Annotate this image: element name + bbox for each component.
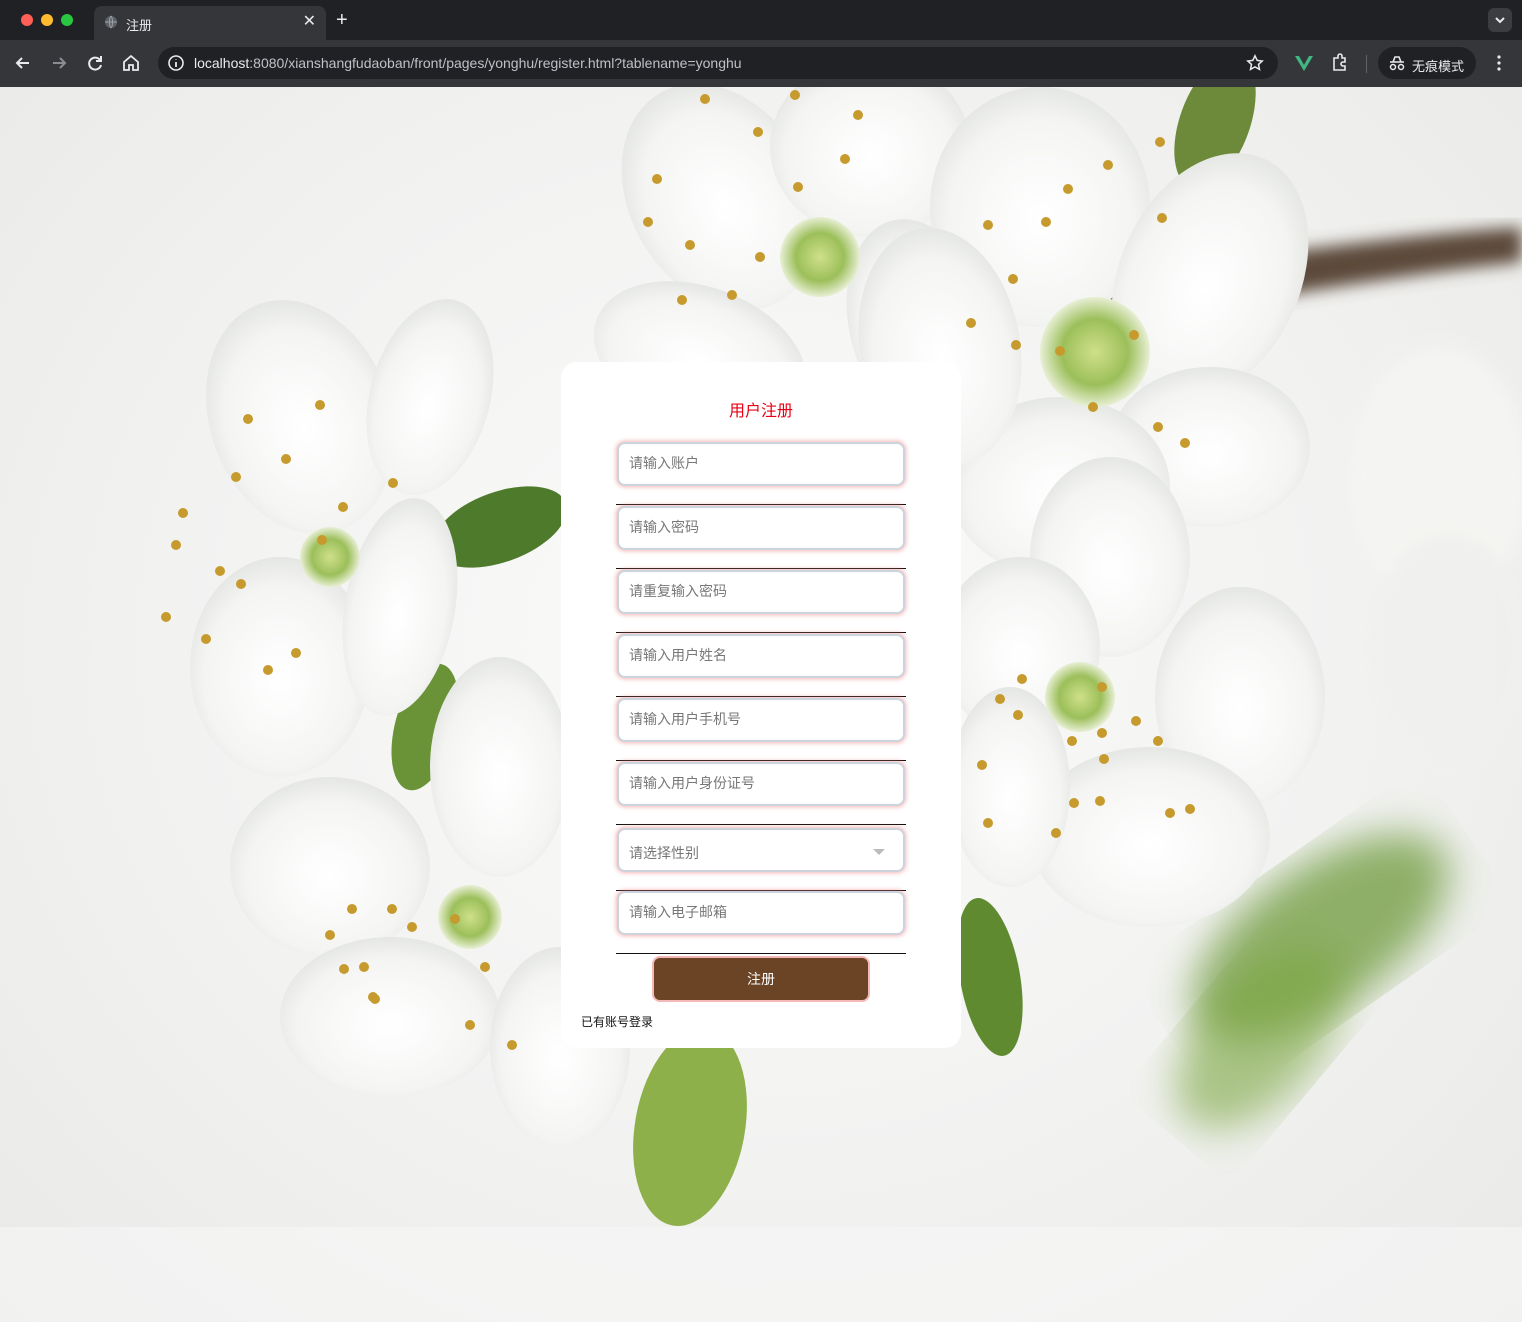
home-icon (123, 54, 139, 71)
reload-icon (88, 56, 102, 71)
existing-account-login-link[interactable]: 已有账号登录 (581, 1013, 653, 1030)
globe-icon (105, 15, 117, 29)
confirm-password-field (616, 569, 906, 633)
user-name-input[interactable] (629, 647, 889, 663)
register-title: 用户注册 (728, 403, 793, 420)
extensions-puzzle-icon[interactable] (1330, 52, 1350, 72)
incognito-label: 无痕模式 (1412, 59, 1465, 74)
tab-bar: 注册 ✕ + (0, 0, 1522, 40)
caret-down-icon (873, 849, 885, 855)
confirm-password-input-box[interactable] (617, 570, 905, 614)
bookmark-star-icon[interactable] (1246, 54, 1264, 72)
phone-field (616, 697, 906, 761)
window-close-button[interactable] (21, 14, 33, 26)
password-field (616, 505, 906, 569)
phone-input-box[interactable] (617, 698, 905, 742)
register-card: 用户注册 请输入账户 请输入用户姓名 请输入用户手机号 请输入用户身份证号 请选… (561, 362, 961, 1048)
email-input-box[interactable] (617, 891, 905, 935)
chevron-down-icon (1495, 17, 1505, 24)
confirm-password-input[interactable] (629, 583, 889, 599)
incognito-badge[interactable]: 无痕模式 (1378, 47, 1476, 79)
user-name-input-box[interactable] (617, 634, 905, 678)
arrow-right-icon (53, 57, 67, 69)
email-input[interactable] (629, 904, 889, 920)
vue-devtools-icon[interactable] (1294, 53, 1314, 73)
browser-toolbar: localhost:8080/xianshangfudaoban/front/p… (0, 40, 1522, 87)
address-bar[interactable]: localhost:8080/xianshangfudaoban/front/p… (158, 47, 1278, 79)
phone-input[interactable] (629, 711, 889, 727)
id-card-input-box[interactable] (617, 762, 905, 806)
url-text[interactable]: localhost:8080/xianshangfudaoban/front/p… (194, 55, 742, 71)
window-minimize-button[interactable] (41, 14, 53, 26)
more-menu-icon[interactable] (1488, 52, 1510, 74)
browser-tab[interactable]: 注册 ✕ (94, 6, 326, 40)
reload-button[interactable] (84, 52, 106, 74)
gender-select-placeholder: 请选择性别 (629, 845, 699, 861)
account-field (616, 441, 906, 505)
gender-field: 请选择性别 (616, 827, 906, 891)
account-input-box[interactable] (617, 442, 905, 486)
forward-button[interactable] (48, 52, 70, 74)
arrow-left-icon (15, 57, 29, 69)
register-submit-button[interactable]: 注册 (652, 956, 870, 1002)
id-card-input[interactable] (629, 775, 889, 791)
account-input[interactable] (629, 455, 889, 471)
password-input-box[interactable] (617, 506, 905, 550)
user-name-field (616, 633, 906, 697)
incognito-icon (1389, 56, 1405, 71)
new-tab-button[interactable]: + (336, 8, 348, 32)
page-viewport: 用户注册 请输入账户 请输入用户姓名 请输入用户手机号 请输入用户身份证号 请选… (0, 87, 1522, 1322)
window-maximize-button[interactable] (61, 14, 73, 26)
email-field (616, 890, 906, 954)
home-button[interactable] (120, 52, 142, 74)
gender-select[interactable]: 请选择性别 (617, 828, 905, 872)
tab-search-button[interactable] (1488, 8, 1512, 32)
id-card-field (616, 761, 906, 825)
tab-title: 注册 (126, 18, 153, 33)
back-button[interactable] (12, 52, 34, 74)
info-icon[interactable] (166, 53, 186, 73)
url-path: :8080/xianshangfudaoban/front/pages/yong… (249, 55, 742, 71)
password-input[interactable] (629, 519, 889, 535)
tab-close-icon[interactable]: ✕ (303, 12, 316, 32)
url-host: localhost (194, 55, 250, 71)
toolbar-divider (1366, 55, 1367, 73)
